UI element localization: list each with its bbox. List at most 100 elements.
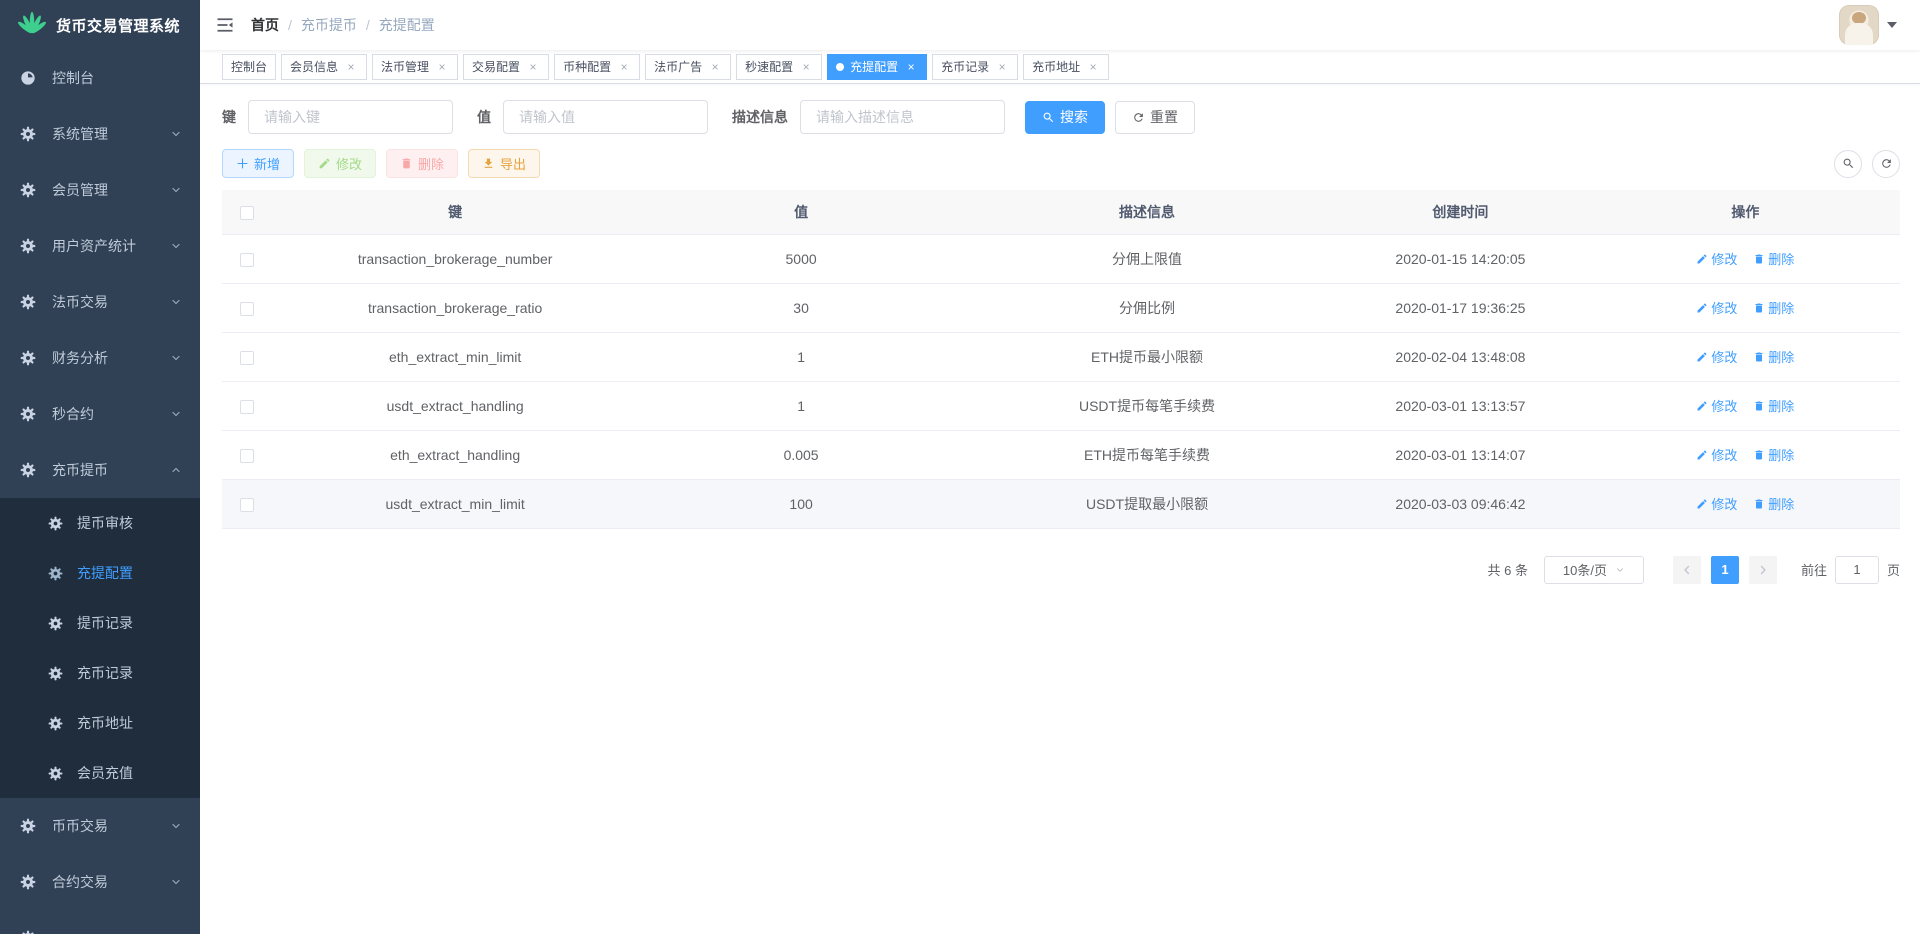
close-icon[interactable]: × — [526, 60, 540, 74]
table-row[interactable]: transaction_brokerage_ratio 30 分佣比例 2020… — [222, 283, 1900, 332]
close-icon[interactable]: × — [435, 60, 449, 74]
sidebar-item-label: 充币地址 — [77, 713, 133, 733]
row-edit-link[interactable]: 修改 — [1696, 445, 1737, 464]
row-delete-link[interactable]: 删除 — [1753, 445, 1794, 464]
page-number-1[interactable]: 1 — [1711, 556, 1739, 584]
row-checkbox[interactable] — [240, 302, 254, 316]
tab-fiat-mgmt[interactable]: 法币管理 × — [372, 54, 458, 80]
row-checkbox[interactable] — [240, 351, 254, 365]
close-icon[interactable]: × — [995, 60, 1009, 74]
breadcrumb-home[interactable]: 首页 — [251, 15, 279, 35]
table-row[interactable]: eth_extract_handling 0.005 ETH提币每笔手续费 20… — [222, 430, 1900, 479]
close-icon[interactable]: × — [344, 60, 358, 74]
tab-deposit-address[interactable]: 充币地址 × — [1023, 54, 1109, 80]
caret-down-icon[interactable] — [1887, 22, 1897, 28]
sidebar-item-second-contract[interactable]: 秒合约 — [0, 386, 200, 442]
tab-console[interactable]: 控制台 — [222, 54, 276, 80]
sidebar-item-label: 充提配置 — [77, 563, 133, 583]
table-row[interactable]: usdt_extract_handling 1 USDT提币每笔手续费 2020… — [222, 381, 1900, 430]
page-content: 键 值 描述信息 搜索 重置 — [200, 84, 1920, 934]
edit-icon — [1696, 498, 1708, 510]
table-row[interactable]: transaction_brokerage_number 5000 分佣上限值 … — [222, 234, 1900, 283]
table-row[interactable]: eth_extract_min_limit 1 ETH提币最小限额 2020-0… — [222, 332, 1900, 381]
sidebar-item-deposit-address[interactable]: 充币地址 — [0, 698, 200, 748]
sidebar-item-member-recharge[interactable]: 会员充值 — [0, 748, 200, 798]
sidebar-item-user-assets[interactable]: 用户资产统计 — [0, 218, 200, 274]
user-avatar[interactable] — [1839, 5, 1879, 45]
tab-member-info[interactable]: 会员信息 × — [281, 54, 367, 80]
sidebar-item-withdraw-records[interactable]: 提币记录 — [0, 598, 200, 648]
chevron-down-icon — [1615, 565, 1625, 575]
breadcrumb-deposit-withdraw[interactable]: 充币提币 — [301, 15, 357, 35]
row-delete-link[interactable]: 删除 — [1753, 494, 1794, 513]
sidebar-item-withdraw-audit[interactable]: 提币审核 — [0, 498, 200, 548]
show-search-button[interactable] — [1834, 150, 1862, 178]
reset-button-label: 重置 — [1150, 107, 1178, 127]
tab-trade-config[interactable]: 交易配置 × — [463, 54, 549, 80]
row-edit-link[interactable]: 修改 — [1696, 298, 1737, 317]
tab-deposit-records[interactable]: 充币记录 × — [932, 54, 1018, 80]
sidebar-item-system-mgmt[interactable]: 系统管理 — [0, 106, 200, 162]
sidebar-item-deposit-config[interactable]: 充提配置 — [0, 548, 200, 598]
delete-button-label: 删除 — [418, 154, 444, 173]
search-button[interactable]: 搜索 — [1025, 101, 1105, 134]
row-delete-link[interactable]: 删除 — [1753, 249, 1794, 268]
tab-deposit-config-active[interactable]: 充提配置 × — [827, 54, 927, 80]
sidebar-item-coin-trade[interactable]: 币币交易 — [0, 798, 200, 854]
row-checkbox[interactable] — [240, 400, 254, 414]
next-page-button[interactable] — [1749, 556, 1777, 584]
close-icon[interactable]: × — [904, 60, 918, 74]
row-checkbox[interactable] — [240, 253, 254, 267]
sidebar-item-label: 币币交易 — [52, 816, 170, 836]
sidebar-item-finance-analysis[interactable]: 财务分析 — [0, 330, 200, 386]
delete-button[interactable]: 删除 — [386, 149, 458, 178]
reset-button[interactable]: 重置 — [1115, 101, 1195, 134]
select-all-checkbox[interactable] — [240, 206, 254, 220]
chevron-down-icon — [170, 352, 182, 364]
edit-button[interactable]: 修改 — [304, 149, 376, 178]
table-row[interactable]: usdt_extract_min_limit 100 USDT提取最小限额 20… — [222, 479, 1900, 528]
row-delete-link[interactable]: 删除 — [1753, 396, 1794, 415]
tab-second-config[interactable]: 秒速配置 × — [736, 54, 822, 80]
desc-input[interactable] — [800, 100, 1005, 134]
chevron-down-icon — [170, 820, 182, 832]
column-header-created: 创建时间 — [1330, 190, 1590, 234]
sidebar-item-contract-trade[interactable]: 合约交易 — [0, 854, 200, 910]
sidebar-item-fiat-trade[interactable]: 法币交易 — [0, 274, 200, 330]
key-input[interactable] — [248, 100, 453, 134]
sidebar-item-deposit-withdraw[interactable]: 充币提币 — [0, 442, 200, 498]
row-edit-link[interactable]: 修改 — [1696, 396, 1737, 415]
row-delete-link[interactable]: 删除 — [1753, 298, 1794, 317]
value-input[interactable] — [503, 100, 708, 134]
row-edit-link[interactable]: 修改 — [1696, 249, 1737, 268]
row-checkbox[interactable] — [240, 449, 254, 463]
row-edit-link[interactable]: 修改 — [1696, 347, 1737, 366]
refresh-table-button[interactable] — [1872, 150, 1900, 178]
goto-page-input[interactable] — [1835, 556, 1879, 584]
tab-fiat-ads[interactable]: 法币广告 × — [645, 54, 731, 80]
add-button[interactable]: 新增 — [222, 149, 294, 178]
sidebar-item-deposit-records[interactable]: 充币记录 — [0, 648, 200, 698]
close-icon[interactable]: × — [799, 60, 813, 74]
cell-desc: 分佣上限值 — [964, 234, 1330, 283]
close-icon[interactable]: × — [617, 60, 631, 74]
close-icon[interactable]: × — [708, 60, 722, 74]
sidebar-toggle-icon[interactable] — [215, 15, 235, 35]
cell-value: 30 — [638, 283, 964, 332]
sidebar-item-dashboard[interactable]: 控制台 — [0, 50, 200, 106]
page-size-select[interactable]: 10条/页 — [1544, 556, 1644, 584]
sidebar-item-label: 提币记录 — [77, 613, 133, 633]
row-edit-link[interactable]: 修改 — [1696, 494, 1737, 513]
tab-coin-config[interactable]: 币种配置 × — [554, 54, 640, 80]
sidebar-item-partial[interactable] — [0, 910, 200, 934]
row-checkbox[interactable] — [240, 498, 254, 512]
cell-created: 2020-03-03 09:46:42 — [1330, 479, 1590, 528]
dashboard-icon — [20, 70, 36, 86]
export-button[interactable]: 导出 — [468, 149, 540, 178]
gear-icon — [20, 294, 36, 310]
prev-page-button[interactable] — [1673, 556, 1701, 584]
close-icon[interactable]: × — [1086, 60, 1100, 74]
sidebar-item-member-mgmt[interactable]: 会员管理 — [0, 162, 200, 218]
row-delete-link[interactable]: 删除 — [1753, 347, 1794, 366]
tab-label: 会员信息 — [290, 58, 338, 75]
